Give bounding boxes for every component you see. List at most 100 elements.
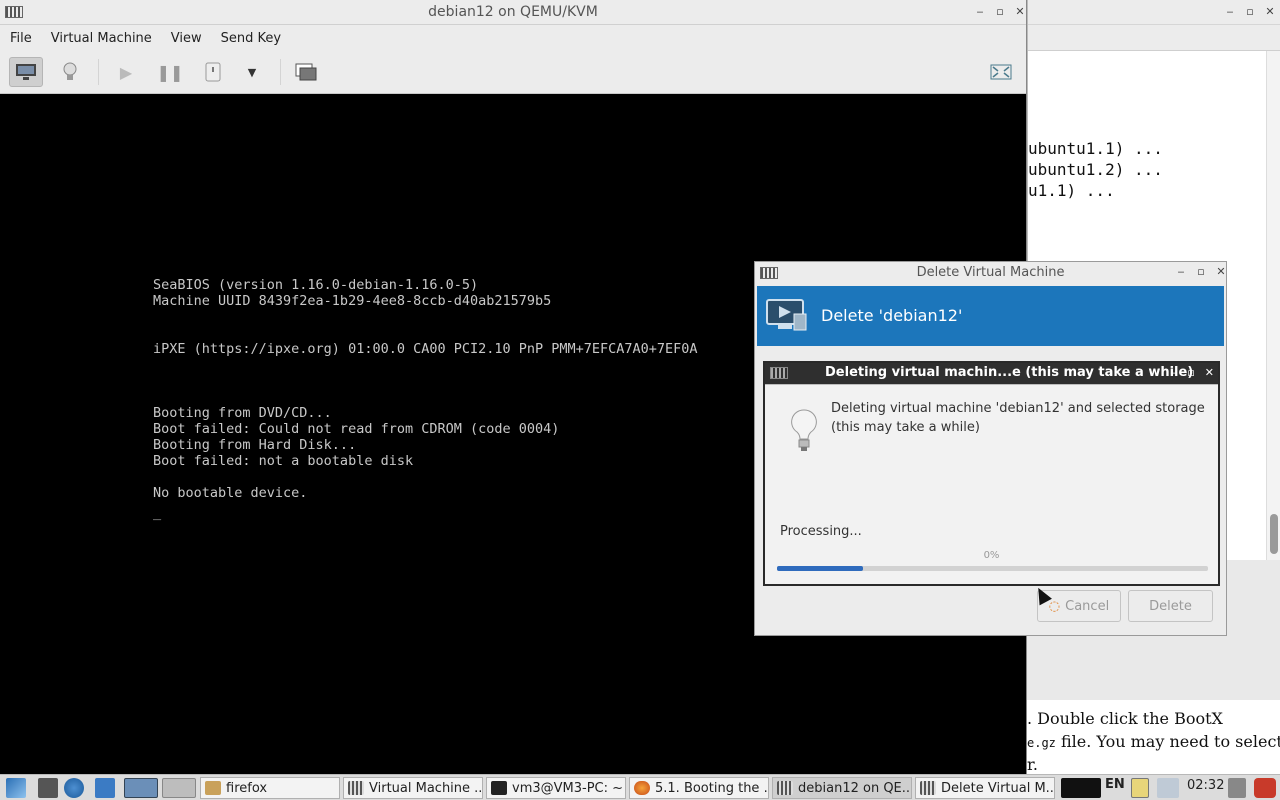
vm-icon xyxy=(777,781,793,795)
task-label: vm3@VM3-PC: ~ xyxy=(512,780,624,796)
toolbar-separator xyxy=(98,59,99,85)
cpu-monitor-icon xyxy=(1061,778,1101,798)
menu-file[interactable]: File xyxy=(10,31,32,46)
network-icon[interactable] xyxy=(64,778,84,798)
clock: 02:32 xyxy=(1187,778,1225,793)
lightbulb-icon xyxy=(791,409,817,451)
app-icon xyxy=(770,367,788,379)
dialog-title: Delete Virtual Machine xyxy=(916,265,1065,280)
fullscreen-icon[interactable] xyxy=(984,57,1018,87)
scrollbar-thumb[interactable] xyxy=(1270,514,1278,554)
menu-bar: File Virtual Machine View Send Key xyxy=(0,25,1026,51)
background-document: . Double click the BootX e.gz file. You … xyxy=(1027,700,1280,774)
console-line: No bootable device. xyxy=(153,485,308,501)
task-label: debian12 on QE... xyxy=(798,780,912,796)
window-titlebar: debian12 on QEMU/KVM ‒ ▫ ✕ xyxy=(0,0,1026,25)
task-label: firefox xyxy=(226,780,268,796)
dialog-banner: Delete 'debian12' xyxy=(757,286,1224,346)
minimize-icon[interactable]: ‒ xyxy=(974,5,986,19)
snapshots-icon[interactable] xyxy=(289,57,323,87)
background-window-titlebar: ‒ ▫ ✕ xyxy=(1028,0,1280,25)
play-icon[interactable]: ▶ xyxy=(109,57,143,87)
banner-title: Delete 'debian12' xyxy=(821,306,963,325)
progress-titlebar: Deleting virtual machin...e (this may ta… xyxy=(765,363,1218,384)
close-icon[interactable]: ✕ xyxy=(1215,265,1227,279)
cancel-icon: ◌ xyxy=(1048,598,1061,614)
terminal-line: ubuntu1.2) ... xyxy=(1028,160,1163,179)
minimize-icon[interactable]: ‒ xyxy=(1224,5,1236,19)
terminal-line: u1.1) ... xyxy=(1028,181,1115,200)
task-label: Delete Virtual M... xyxy=(941,780,1055,796)
menu-send-key[interactable]: Send Key xyxy=(221,31,281,46)
terminal-icon xyxy=(491,781,507,795)
maximize-icon[interactable]: ▫ xyxy=(994,5,1006,19)
workspace-2-icon[interactable] xyxy=(162,778,196,798)
clipboard-icon[interactable] xyxy=(1131,778,1149,798)
terminal-line: ubuntu1.1) ... xyxy=(1028,139,1163,158)
cancel-label: Cancel xyxy=(1065,598,1110,614)
maximize-icon[interactable]: ▫ xyxy=(1244,5,1256,19)
monitor-icon[interactable] xyxy=(9,57,43,87)
close-icon[interactable]: ✕ xyxy=(1205,366,1214,379)
firefox-icon xyxy=(634,781,650,795)
progress-bar xyxy=(777,566,1208,571)
window-title: debian12 on QEMU/KVM xyxy=(428,4,598,20)
power-icon[interactable] xyxy=(1254,778,1276,798)
taskbar: firefox Virtual Machine ... vm3@VM3-PC: … xyxy=(0,774,1280,800)
keyboard-layout[interactable]: EN xyxy=(1105,777,1125,792)
close-icon[interactable]: ✕ xyxy=(1264,5,1276,19)
file-manager-icon[interactable] xyxy=(95,778,115,798)
terminal-output: ubuntu1.1) ... ubuntu1.2) ... u1.1) ... xyxy=(1028,138,1163,201)
maximize-icon[interactable]: ▫ xyxy=(1187,366,1194,379)
minimize-icon[interactable]: ‒ xyxy=(1170,366,1177,379)
progress-status: Processing... xyxy=(780,524,862,539)
delete-label: Delete xyxy=(1149,598,1192,614)
dialog-titlebar: Delete Virtual Machine ‒ ▫ ✕ xyxy=(755,262,1226,284)
task-label: Virtual Machine ... xyxy=(369,780,483,796)
console-line: SeaBIOS (version 1.16.0-debian-1.16.0-5) xyxy=(153,277,479,293)
vm-delete-icon xyxy=(766,299,807,331)
progress-percent: 0% xyxy=(983,550,1000,561)
start-menu-icon[interactable] xyxy=(6,778,26,798)
console-cursor: _ xyxy=(153,505,162,521)
delete-button[interactable]: Delete xyxy=(1128,590,1213,622)
progress-dialog: Deleting virtual machin...e (this may ta… xyxy=(763,361,1220,586)
task-terminal[interactable]: vm3@VM3-PC: ~ xyxy=(486,777,626,799)
doc-text: file. You may need to select xyxy=(1055,732,1280,751)
close-icon[interactable]: ✕ xyxy=(1014,5,1026,19)
maximize-icon[interactable]: ▫ xyxy=(1195,265,1207,279)
power-icon[interactable] xyxy=(196,57,230,87)
console-line: Booting from Hard Disk... xyxy=(153,437,357,453)
doc-line: . Double click the BootX xyxy=(1027,709,1223,728)
task-virtual-machine[interactable]: Virtual Machine ... xyxy=(343,777,483,799)
progress-bar-fill xyxy=(777,566,864,571)
task-firefox-docs[interactable]: 5.1. Booting the ... xyxy=(629,777,769,799)
pause-icon[interactable]: ❚❚ xyxy=(153,57,187,87)
volume-icon[interactable] xyxy=(1228,778,1246,798)
menu-virtual-machine[interactable]: Virtual Machine xyxy=(51,31,152,46)
toolbar: ▶ ❚❚ ▼ xyxy=(0,51,1026,94)
search-icon[interactable] xyxy=(1157,778,1179,798)
task-firefox[interactable]: firefox xyxy=(200,777,340,799)
vm-icon xyxy=(920,781,936,795)
toolbar-separator xyxy=(280,59,281,85)
task-label: 5.1. Booting the ... xyxy=(655,780,769,796)
console-line: Machine UUID 8439f2ea-1b29-4ee8-8ccb-d40… xyxy=(153,293,552,309)
doc-line: e.gz file. You may need to select xyxy=(1027,732,1280,751)
background-window-toolbar xyxy=(1028,25,1280,51)
doc-line: r. xyxy=(1027,755,1038,774)
task-debian12-console[interactable]: debian12 on QE... xyxy=(772,777,912,799)
console-line: Boot failed: Could not read from CDROM (… xyxy=(153,421,560,437)
dropdown-icon[interactable]: ▼ xyxy=(235,57,269,87)
task-delete-vm[interactable]: Delete Virtual M... xyxy=(915,777,1055,799)
menu-view[interactable]: View xyxy=(171,31,202,46)
show-desktop-icon[interactable] xyxy=(38,778,58,798)
progress-body: Deleting virtual machine 'debian12' and … xyxy=(765,384,1218,584)
console-line: Booting from DVD/CD... xyxy=(153,405,332,421)
vm-icon xyxy=(348,781,364,795)
workspace-switcher-icon[interactable] xyxy=(124,778,158,798)
minimize-icon[interactable]: ‒ xyxy=(1175,265,1187,279)
console-line: iPXE (https://ipxe.org) 01:00.0 CA00 PCI… xyxy=(153,341,698,357)
lightbulb-icon[interactable] xyxy=(53,57,87,87)
scrollbar[interactable] xyxy=(1266,51,1280,560)
